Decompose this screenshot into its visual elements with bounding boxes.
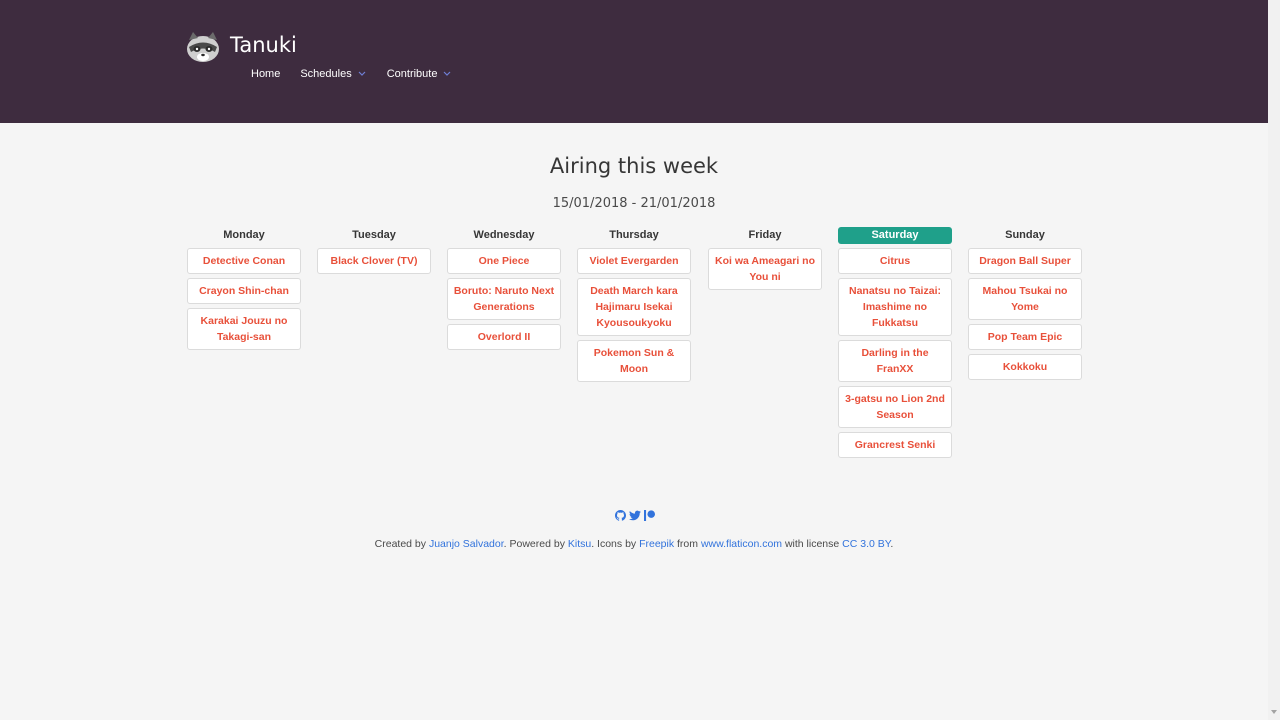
brand-name[interactable]: Tanuki xyxy=(230,33,297,57)
show-card[interactable]: Death March kara Hajimaru Isekai Kyousou… xyxy=(577,278,691,336)
twitter-icon[interactable] xyxy=(629,510,641,521)
show-card[interactable]: Darling in the FranXX xyxy=(838,340,952,382)
kitsu-link[interactable]: Kitsu xyxy=(568,538,591,550)
vertical-scrollbar[interactable] xyxy=(1268,0,1280,720)
nav-home[interactable]: Home xyxy=(251,67,280,81)
show-card[interactable]: Koi wa Ameagari no You ni xyxy=(708,248,822,290)
show-card[interactable]: 3-gatsu no Lion 2nd Season xyxy=(838,386,952,428)
footer-powered-by: . Powered by xyxy=(503,538,568,550)
show-card[interactable]: Crayon Shin-chan xyxy=(187,278,301,304)
show-card[interactable]: Violet Evergarden xyxy=(577,248,691,274)
day-column-saturday: Saturday Citrus Nanatsu no Taizai: Imashim… xyxy=(838,227,952,458)
nav-schedules-dropdown[interactable]: Schedules xyxy=(300,67,366,81)
show-card[interactable]: Pokemon Sun & Moon xyxy=(577,340,691,382)
footer-created-by: Created by xyxy=(374,538,429,550)
main-nav: Home Schedules Contribute xyxy=(251,67,451,81)
day-heading: Sunday xyxy=(1005,229,1045,241)
footer-from: from xyxy=(674,538,701,550)
day-heading: Saturday xyxy=(838,227,952,244)
social-links xyxy=(615,510,655,521)
day-column-friday: Friday Koi wa Ameagari no You ni xyxy=(708,227,822,290)
day-column-tuesday: Tuesday Black Clover (TV) xyxy=(317,227,431,274)
patreon-icon[interactable] xyxy=(644,510,655,521)
show-card[interactable]: One Piece xyxy=(447,248,561,274)
show-card[interactable]: Nanatsu no Taizai: Imashime no Fukkatsu xyxy=(838,278,952,336)
show-card[interactable]: Boruto: Naruto Next Generations xyxy=(447,278,561,320)
show-card[interactable]: Overlord II xyxy=(447,324,561,350)
show-card[interactable]: Citrus xyxy=(838,248,952,274)
nav-contribute-dropdown[interactable]: Contribute xyxy=(387,67,452,81)
nav-contribute-label: Contribute xyxy=(386,68,438,80)
show-card[interactable]: Grancrest Senki xyxy=(838,432,952,458)
scroll-down-arrow-icon[interactable] xyxy=(1271,710,1277,714)
github-icon[interactable] xyxy=(615,510,626,521)
show-card[interactable]: Dragon Ball Super xyxy=(968,248,1082,274)
date-range: 15/01/2018 - 21/01/2018 xyxy=(552,196,716,211)
day-column-wednesday: Wednesday One Piece Boruto: Naruto Next Ge… xyxy=(447,227,561,350)
day-column-sunday: Sunday Dragon Ball Super Mahou Tsukai no Y… xyxy=(968,227,1082,380)
license-link[interactable]: CC 3.0 BY xyxy=(842,538,890,550)
footer-end: . xyxy=(890,538,894,550)
site-header: Tanuki Home Schedules Contribute xyxy=(0,0,1268,123)
page-title: Airing this week xyxy=(549,154,719,178)
show-card[interactable]: Pop Team Epic xyxy=(968,324,1082,350)
day-heading: Friday xyxy=(748,229,782,241)
day-heading: Wednesday xyxy=(473,229,535,241)
show-card[interactable]: Mahou Tsukai no Yome xyxy=(968,278,1082,320)
day-column-thursday: Thursday Violet Evergarden Death March kar… xyxy=(577,227,691,382)
footer-license-text: with license xyxy=(782,538,843,550)
freepik-link[interactable]: Freepik xyxy=(639,538,674,550)
show-card[interactable]: Detective Conan xyxy=(187,248,301,274)
tanuki-logo-icon[interactable] xyxy=(185,30,221,64)
day-heading: Tuesday xyxy=(352,229,396,241)
day-heading: Monday xyxy=(223,229,265,241)
chevron-down-icon xyxy=(444,71,451,76)
chevron-down-icon xyxy=(358,71,366,76)
nav-schedules-label: Schedules xyxy=(300,68,352,80)
day-heading: Thursday xyxy=(609,229,659,241)
flaticon-link[interactable]: www.flaticon.com xyxy=(701,538,782,550)
show-card[interactable]: Karakai Jouzu no Takagi-san xyxy=(187,308,301,350)
show-card[interactable]: Black Clover (TV) xyxy=(317,248,431,274)
day-column-monday: Monday Detective Conan Crayon Shin-chan Kar… xyxy=(187,227,301,350)
nav-home-label: Home xyxy=(251,68,281,80)
footer-icons-by: . Icons by xyxy=(591,538,640,550)
footer-credits: Created by Juanjo Salvador. Powered by K… xyxy=(0,538,1268,550)
show-card[interactable]: Kokkoku xyxy=(968,354,1082,380)
author-link[interactable]: Juanjo Salvador xyxy=(429,538,504,550)
